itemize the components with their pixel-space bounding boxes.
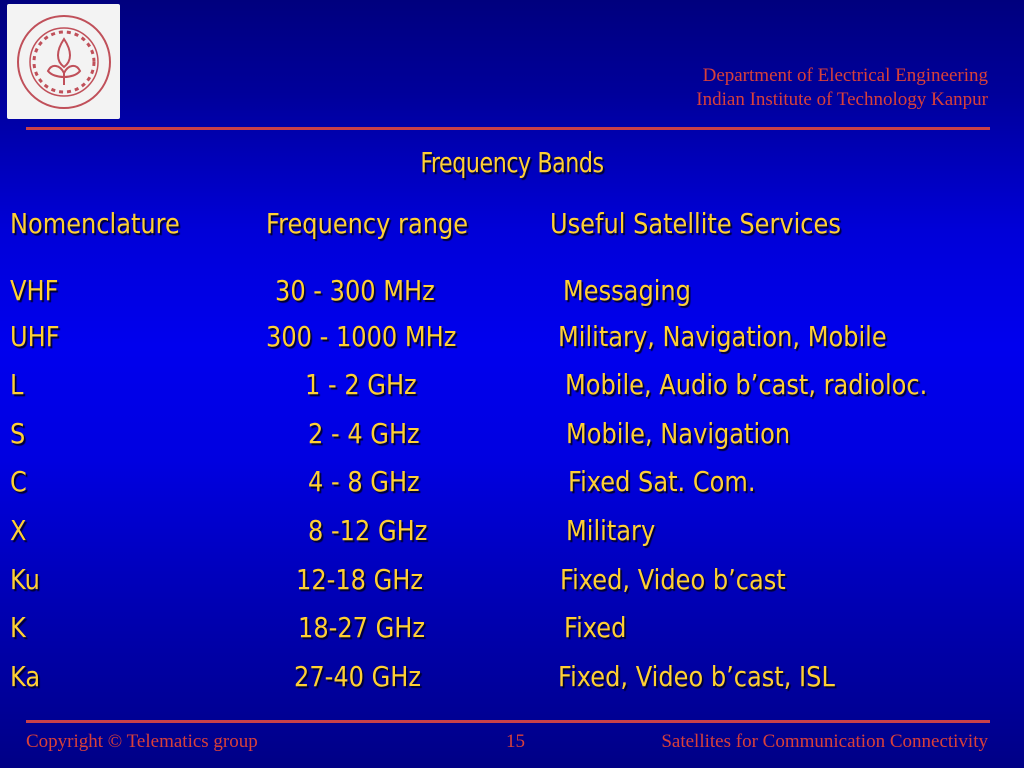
column-header-frequency-range: Frequency range — [266, 207, 469, 240]
table-row: X 8 -12 GHz Military — [0, 514, 1024, 554]
band-services: Military — [566, 514, 656, 547]
table-row: Ku 12-18 GHz Fixed, Video b’cast — [0, 563, 1024, 603]
table-row: UHF 300 - 1000 MHz Military, Navigation,… — [0, 320, 1024, 360]
band-services: Military, Navigation, Mobile — [558, 320, 887, 353]
band-services: Fixed, Video b’cast — [560, 563, 786, 596]
band-name: VHF — [10, 274, 59, 307]
band-range: 30 - 300 MHz — [275, 274, 435, 307]
band-range: 4 - 8 GHz — [308, 465, 420, 498]
slide-title: Frequency Bands — [420, 146, 604, 179]
band-services: Fixed, Video b’cast, ISL — [558, 660, 835, 693]
department-header: Department of Electrical Engineering Ind… — [696, 64, 988, 112]
band-range: 27-40 GHz — [294, 660, 422, 693]
table-row: VHF 30 - 300 MHz Messaging — [0, 274, 1024, 314]
band-name: K — [10, 611, 26, 644]
column-header-nomenclature: Nomenclature — [10, 207, 180, 240]
table-header-row: Nomenclature Frequency range Useful Sate… — [0, 207, 1024, 247]
table-row: L 1 - 2 GHz Mobile, Audio b’cast, radiol… — [0, 368, 1024, 408]
band-services: Mobile, Audio b’cast, radioloc. — [565, 368, 928, 401]
institute-logo — [7, 4, 120, 119]
band-name: Ka — [10, 660, 41, 693]
institute-name: Indian Institute of Technology Kanpur — [696, 89, 988, 110]
footer-copyright: Copyright © Telematics group — [26, 731, 258, 752]
band-name: C — [10, 465, 27, 498]
band-services: Mobile, Navigation — [566, 417, 791, 450]
band-name: L — [10, 368, 24, 401]
band-services: Fixed — [564, 611, 627, 644]
table-row: S 2 - 4 GHz Mobile, Navigation — [0, 417, 1024, 457]
table-row: C 4 - 8 GHz Fixed Sat. Com. — [0, 465, 1024, 505]
band-name: UHF — [10, 320, 60, 353]
band-name: Ku — [10, 563, 40, 596]
iitk-emblem-icon — [16, 14, 111, 109]
footer-page-number: 15 — [506, 731, 525, 752]
footer-divider — [26, 720, 990, 723]
band-range: 8 -12 GHz — [308, 514, 428, 547]
column-header-services: Useful Satellite Services — [550, 207, 841, 240]
band-services: Fixed Sat. Com. — [568, 465, 756, 498]
department-name: Department of Electrical Engineering — [702, 65, 988, 86]
footer-course-title: Satellites for Communication Connectivit… — [661, 731, 988, 752]
table-row: K 18-27 GHz Fixed — [0, 611, 1024, 651]
band-range: 18-27 GHz — [298, 611, 426, 644]
header-divider — [26, 127, 990, 130]
table-row: Ka 27-40 GHz Fixed, Video b’cast, ISL — [0, 660, 1024, 700]
band-range: 12-18 GHz — [296, 563, 424, 596]
band-name: S — [10, 417, 26, 450]
band-services: Messaging — [563, 274, 691, 307]
band-name: X — [10, 514, 27, 547]
band-range: 300 - 1000 MHz — [266, 320, 457, 353]
band-range: 2 - 4 GHz — [308, 417, 420, 450]
band-range: 1 - 2 GHz — [305, 368, 417, 401]
